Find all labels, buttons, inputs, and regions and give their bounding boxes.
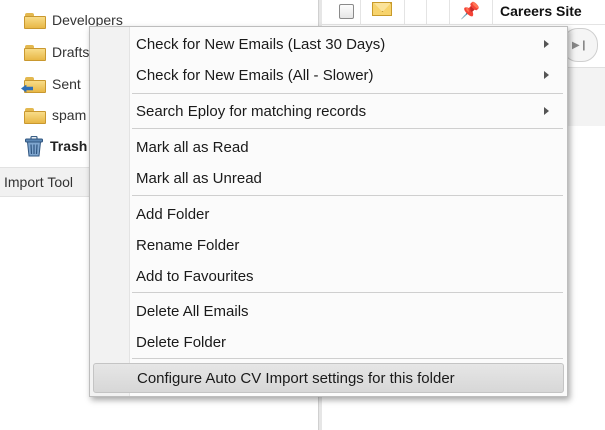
menu-item-label: Configure Auto CV Import settings for th… [137,369,455,387]
menu-item-label: Check for New Emails (Last 30 Days) [136,35,386,53]
menu-separator [132,93,563,94]
email-subject: Careers Site [500,3,582,19]
menu-item-mark-all-unread[interactable]: Mark all as Unread [92,163,565,193]
menu-item-mark-all-read[interactable]: Mark all as Read [92,132,565,162]
folder-icon [24,12,46,29]
menu-item-label: Add to Favourites [136,267,254,285]
folder-icon [24,107,46,124]
menu-item-rename-folder[interactable]: Rename Folder [92,230,565,260]
tree-item-spam[interactable]: spam [24,102,86,128]
menu-item-search-eploy[interactable]: Search Eploy for matching records [92,96,565,126]
menu-separator [132,292,563,293]
menu-item-check-new-emails-all[interactable]: Check for New Emails (All - Slower) [92,60,565,90]
tree-item-trash[interactable]: Trash [24,133,87,159]
tree-item-label: Trash [50,138,88,154]
menu-item-label: Rename Folder [136,236,240,254]
sent-folder-icon [21,76,46,93]
menu-item-label: Mark all as Unread [136,169,262,187]
folder-context-menu: Check for New Emails (Last 30 Days) Chec… [89,26,568,397]
menu-item-label: Check for New Emails (All - Slower) [136,66,374,84]
row-checkbox[interactable] [339,4,354,19]
tree-item-sent[interactable]: Sent [21,71,81,97]
tree-item-drafts[interactable]: Drafts [24,39,89,65]
email-row[interactable]: 📌 Careers Site [322,0,605,25]
menu-item-label: Search Eploy for matching records [136,102,367,120]
envelope-icon [372,2,392,16]
trash-icon [24,135,44,157]
menu-item-label: Delete All Emails [136,302,249,320]
submenu-arrow-icon [544,40,549,48]
pin-icon[interactable]: 📌 [460,1,480,21]
tree-item-label: Drafts [52,44,90,60]
menu-item-label: Add Folder [136,205,210,223]
menu-separator [132,358,563,359]
menu-separator [132,128,563,129]
menu-item-label: Mark all as Read [136,138,249,156]
submenu-arrow-icon [544,107,549,115]
menu-item-add-folder[interactable]: Add Folder [92,199,565,229]
menu-separator [132,195,563,196]
submenu-arrow-icon [544,71,549,79]
menu-item-add-to-favourites[interactable]: Add to Favourites [92,261,565,291]
tree-item-label: spam [52,107,87,123]
menu-item-label: Delete Folder [136,333,227,351]
folder-icon [24,44,46,61]
tree-item-label: Sent [52,76,81,92]
menu-item-delete-all-emails[interactable]: Delete All Emails [92,296,565,326]
menu-item-delete-folder[interactable]: Delete Folder [92,327,565,357]
menu-item-check-new-emails-30-days[interactable]: Check for New Emails (Last 30 Days) [92,29,565,59]
menu-item-configure-auto-cv-import[interactable]: Configure Auto CV Import settings for th… [93,363,564,393]
